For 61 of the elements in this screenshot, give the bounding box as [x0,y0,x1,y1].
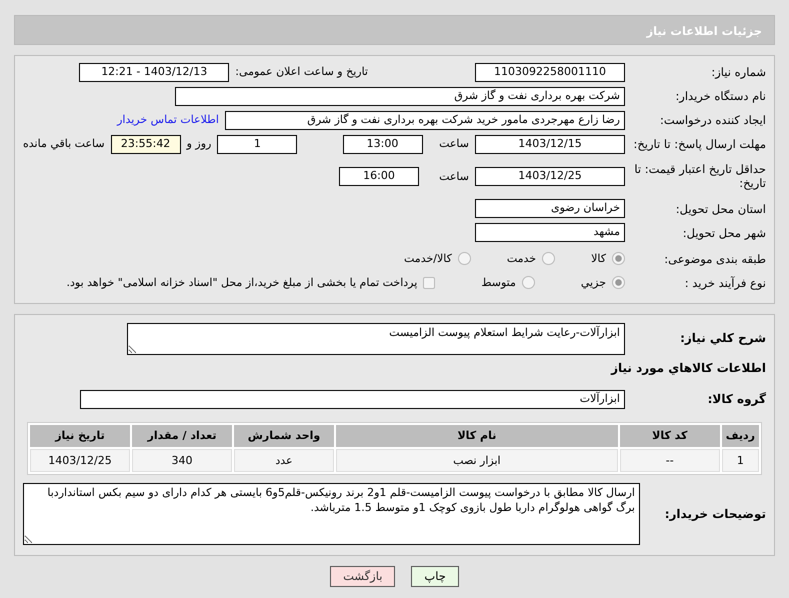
field-value: 13:00 [342,134,422,154]
field-label: شماره نیاز: [710,64,766,80]
column-header: تعداد / مقدار [132,424,232,446]
radio-button[interactable] [612,276,625,290]
column-header: کد کالا [620,424,720,446]
field-label: نام دستگاه خریدار: [674,88,766,104]
field-label: ساعت باقي مانده [23,137,105,151]
field-label: ساعت [438,170,469,184]
back-button[interactable]: بازگشت [330,566,396,587]
field-label: طبقه بندی موضوعی: [663,252,766,266]
radio-button[interactable] [612,252,625,266]
field-value: 1403/12/13 - 12:21 [79,62,230,82]
field-value: 1403/12/25 [475,166,625,186]
print-button[interactable]: چاپ [411,566,459,587]
field-label: روز و [186,137,212,151]
column-header: ردیف [722,424,759,446]
field-value: 16:00 [339,166,419,186]
radio-button[interactable] [522,276,535,290]
radio-button[interactable] [458,252,471,266]
checkbox-label: پرداخت تمام یا بخشی از مبلغ خرید،از محل "اسناد خزانه اسلامی" خواهد بود. [66,276,418,290]
section-title: اطلاعات كالاهاي مورد نياز [610,360,766,376]
field-label: توضیحات خریدار: [664,506,766,522]
field-label: حداقل تاریخ اعتبار قیمت: تا تاریخ: [633,162,766,191]
field-value: شرکت بهره برداری نفت و گاز شرق [175,86,625,106]
checkbox[interactable] [423,276,436,289]
page-title: جزئیات اطلاعات نیاز [14,15,775,45]
field-label: استان محل تحویل: [674,202,766,216]
field-label: شهر محل تحویل: [682,226,766,240]
radio-label: متوسط [481,276,516,290]
column-header: واحد شمارش [234,424,334,446]
column-header: نام کالا [336,424,618,446]
field-label: ایجاد کننده درخواست: [659,112,766,128]
radio-label: خدمت [506,252,536,266]
radio-label: جزيي [580,276,606,290]
radio-label: کالا [591,252,606,266]
radio-button[interactable] [542,252,556,266]
field-label: مهلت ارسال پاسخ: تا تاریخ: [632,136,766,152]
table-cell: -- [620,448,720,472]
field-value: 1 [217,134,298,154]
field-value: 1103092258001110 [475,62,625,82]
field-value: خراسان رضوی [475,199,625,218]
goods-group-field: ابزارآلات [80,390,625,410]
table-cell: 1 [722,448,759,472]
countdown-timer: 23:55:42 [110,134,181,154]
notes-field[interactable]: ارسال کالا مطابق با درخواست پیوست الزامیست-قلم 1و2 برند رونیکس-قلم5و6 بایستی هر کدام دارای دو سیم بکس استانداردبا برگ گواهی هولوگرام داربا طول بازوی کوچک 1و متوسط 1.5 مترباشد. [23,483,640,546]
table-cell: عدد [234,448,334,472]
column-header: تاریخ نیاز [30,424,130,446]
field-label: نوع فرآیند خرید : [684,276,766,290]
description-field[interactable]: ابزارآلات-رعایت شرایط استعلام پیوست الزامیست [127,322,625,355]
field-value: مشهد [475,223,625,242]
field-label: شرح كلي نياز: [679,331,766,346]
field-label: ساعت [438,137,469,151]
field-value: 1403/12/15 [475,134,625,154]
table-cell: 1403/12/25 [30,448,130,472]
field-value: رضا زارع مهرجردی مامور خرید شرکت بهره برداری نفت و گاز شرق [225,110,625,130]
contact-link[interactable]: اطلاعات تماس خریدار [117,113,219,127]
field-label: تاریخ و ساعت اعلان عمومی: [235,65,368,79]
field-label: گروه کالا: [706,392,766,408]
radio-label: کالا/خدمت [404,252,452,266]
table-cell: ابزار نصب [336,448,618,472]
table-cell: 340 [132,448,232,472]
